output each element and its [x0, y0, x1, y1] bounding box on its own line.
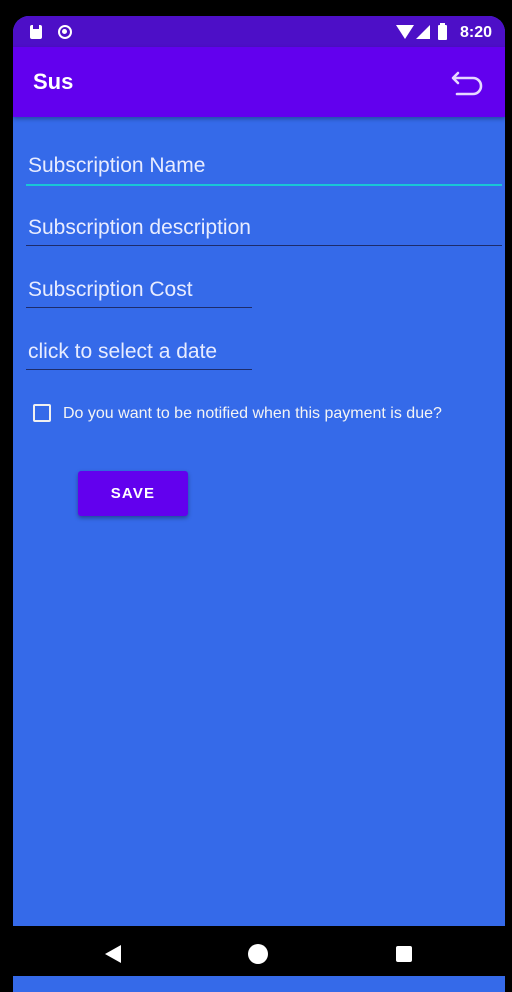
status-bar: 8:20	[13, 16, 505, 47]
undo-icon[interactable]	[451, 67, 487, 99]
wifi-icon	[396, 25, 414, 39]
app-bar: Sus	[13, 47, 505, 117]
signal-icon	[416, 25, 430, 39]
app-title: Sus	[33, 69, 74, 94]
notify-checkbox-label: Do you want to be notified when this pay…	[63, 405, 442, 422]
navigation-bar	[13, 926, 505, 976]
save-button[interactable]: SAVE	[78, 471, 188, 516]
subscription-cost-placeholder: Subscription Cost	[28, 278, 193, 301]
subscription-description-field[interactable]: Subscription description	[26, 216, 502, 246]
device-frame: 8:20 Sus Subscription Name Subscription …	[0, 0, 512, 992]
subscription-cost-field[interactable]: Subscription Cost	[26, 278, 252, 308]
subscription-name-field[interactable]: Subscription Name	[26, 154, 502, 186]
circle-notification-icon	[58, 25, 72, 39]
phone-screen: 8:20 Sus Subscription Name Subscription …	[13, 16, 505, 992]
subscription-name-underline	[26, 184, 502, 186]
battery-icon	[438, 23, 447, 40]
subscription-cost-underline	[26, 307, 252, 308]
home-icon[interactable]	[248, 944, 268, 964]
back-icon[interactable]	[105, 945, 121, 963]
subscription-name-placeholder: Subscription Name	[28, 154, 206, 177]
recents-icon[interactable]	[396, 946, 412, 962]
date-select-placeholder: click to select a date	[28, 340, 218, 363]
sd-card-icon	[30, 25, 42, 39]
status-time: 8:20	[460, 24, 493, 41]
notify-checkbox[interactable]	[33, 404, 51, 422]
date-select-underline	[26, 369, 252, 370]
date-select-field[interactable]: click to select a date	[26, 340, 252, 370]
notify-checkbox-row[interactable]: Do you want to be notified when this pay…	[33, 401, 503, 427]
subscription-description-placeholder: Subscription description	[28, 216, 251, 239]
subscription-description-underline	[26, 245, 502, 246]
